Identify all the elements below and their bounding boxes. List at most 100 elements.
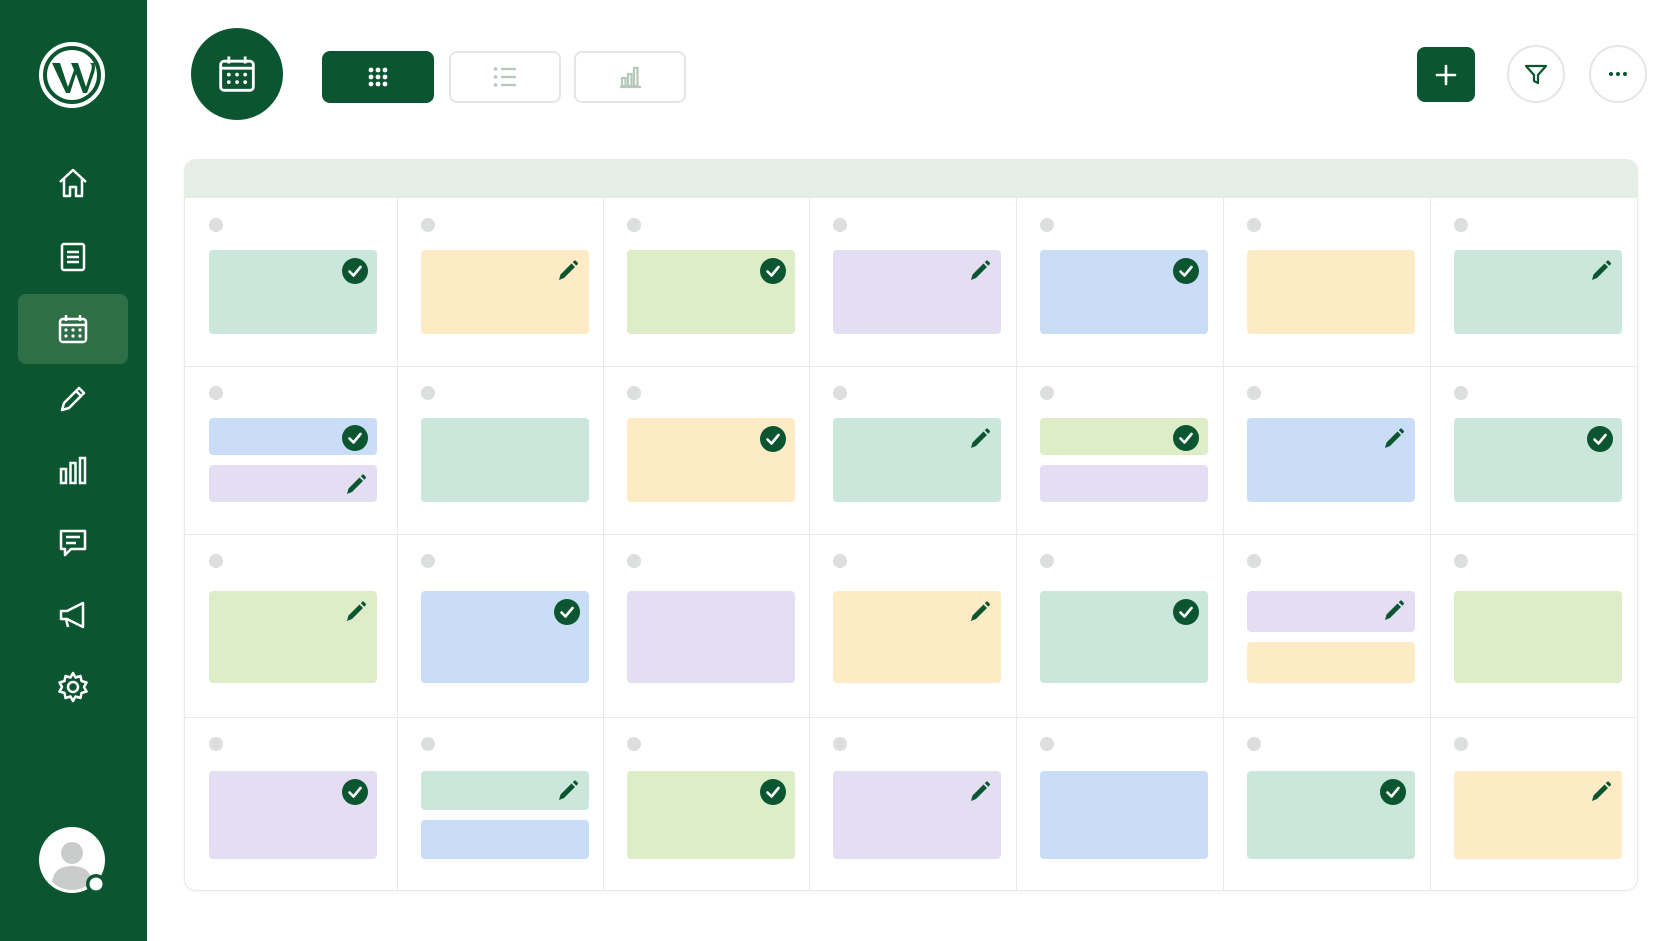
day-marker bbox=[627, 737, 641, 751]
column-divider bbox=[1223, 160, 1224, 890]
day-marker bbox=[209, 386, 223, 400]
home-icon bbox=[59, 168, 87, 198]
day-marker bbox=[421, 386, 435, 400]
day-marker bbox=[833, 386, 847, 400]
sidebar-item-comments[interactable] bbox=[18, 508, 128, 578]
calendar-event-card[interactable] bbox=[1247, 250, 1415, 334]
day-marker bbox=[1454, 218, 1468, 232]
sidebar-item-drafts[interactable] bbox=[18, 364, 128, 434]
sidebar bbox=[0, 0, 147, 941]
calendar-event-card[interactable] bbox=[209, 591, 377, 683]
sidebar-item-campaigns[interactable] bbox=[18, 580, 128, 650]
add-button[interactable] bbox=[1417, 47, 1475, 102]
day-marker bbox=[1040, 218, 1054, 232]
plus-icon bbox=[1435, 64, 1457, 85]
pencil-icon bbox=[1592, 260, 1612, 280]
pencil-icon bbox=[971, 601, 991, 621]
calendar-event-card[interactable] bbox=[421, 771, 589, 810]
day-marker bbox=[421, 554, 435, 568]
grid-view-icon bbox=[368, 67, 388, 87]
calendar-event-card[interactable] bbox=[1040, 418, 1208, 455]
calendar-event-card[interactable] bbox=[1040, 465, 1208, 502]
filter-icon bbox=[1524, 64, 1548, 85]
check-circle-icon bbox=[760, 779, 786, 805]
day-marker bbox=[833, 218, 847, 232]
calendar-event-card[interactable] bbox=[627, 591, 795, 683]
calendar-event-card[interactable] bbox=[421, 820, 589, 859]
wordpress-logo[interactable] bbox=[38, 41, 106, 109]
calendar-event-card[interactable] bbox=[1247, 771, 1415, 859]
calendar-event-card[interactable] bbox=[1040, 771, 1208, 859]
row-divider bbox=[185, 534, 1637, 535]
calendar-event-card[interactable] bbox=[1247, 642, 1415, 683]
online-status-indicator bbox=[89, 877, 103, 891]
sidebar-item-analytics[interactable] bbox=[18, 436, 128, 506]
calendar-event-card[interactable] bbox=[1454, 250, 1622, 334]
calendar-event-card[interactable] bbox=[627, 250, 795, 334]
calendar-event-card[interactable] bbox=[1454, 418, 1622, 502]
calendar-event-card[interactable] bbox=[833, 418, 1001, 502]
list-view-icon bbox=[493, 67, 516, 87]
calendar-event-card[interactable] bbox=[1247, 591, 1415, 632]
chart-view-button[interactable] bbox=[574, 51, 686, 103]
calendar-event-card[interactable] bbox=[833, 250, 1001, 334]
calendar-event-card[interactable] bbox=[209, 465, 377, 502]
list-view-button[interactable] bbox=[449, 51, 561, 103]
pencil-icon bbox=[347, 474, 367, 494]
column-divider bbox=[1430, 160, 1431, 890]
grid-view-button[interactable] bbox=[322, 51, 434, 103]
calendar-event-card[interactable] bbox=[209, 418, 377, 455]
calendar-event-card[interactable] bbox=[627, 418, 795, 502]
check-circle-icon bbox=[1587, 426, 1613, 452]
sidebar-item-settings[interactable] bbox=[18, 652, 128, 722]
calendar-event-card[interactable] bbox=[421, 250, 589, 334]
check-circle-icon bbox=[342, 779, 368, 805]
day-marker bbox=[627, 386, 641, 400]
day-marker bbox=[1040, 554, 1054, 568]
sidebar-item-calendar[interactable] bbox=[18, 294, 128, 364]
more-options-button[interactable] bbox=[1589, 45, 1647, 103]
calendar-event-card[interactable] bbox=[627, 771, 795, 859]
pencil-icon bbox=[971, 260, 991, 280]
day-marker bbox=[209, 554, 223, 568]
column-divider bbox=[1016, 160, 1017, 890]
row-divider bbox=[185, 366, 1637, 367]
check-circle-icon bbox=[342, 425, 368, 451]
calendar-event-card[interactable] bbox=[1454, 591, 1622, 683]
check-circle-icon bbox=[760, 258, 786, 284]
check-circle-icon bbox=[1380, 779, 1406, 805]
calendar-event-card[interactable] bbox=[1040, 591, 1208, 683]
day-marker bbox=[1040, 737, 1054, 751]
column-divider bbox=[603, 160, 604, 890]
user-avatar[interactable] bbox=[38, 826, 106, 894]
calendar-event-card[interactable] bbox=[833, 771, 1001, 859]
day-marker bbox=[1247, 386, 1261, 400]
comment-icon bbox=[59, 529, 87, 557]
day-marker bbox=[209, 218, 223, 232]
filter-button[interactable] bbox=[1507, 45, 1565, 103]
pencil-icon bbox=[1385, 600, 1405, 620]
day-marker bbox=[421, 737, 435, 751]
column-divider bbox=[397, 160, 398, 890]
pencil-icon bbox=[971, 428, 991, 448]
row-divider bbox=[185, 717, 1637, 718]
calendar-event-card[interactable] bbox=[421, 418, 589, 502]
day-marker bbox=[1454, 386, 1468, 400]
pencil-icon bbox=[1385, 428, 1405, 448]
calendar-event-card[interactable] bbox=[1040, 250, 1208, 334]
column-divider bbox=[809, 160, 810, 890]
calendar-event-card[interactable] bbox=[209, 771, 377, 859]
calendar-event-card[interactable] bbox=[1454, 771, 1622, 859]
day-marker bbox=[209, 737, 223, 751]
bar-chart-icon bbox=[59, 456, 87, 485]
calendar-event-card[interactable] bbox=[1247, 418, 1415, 502]
sidebar-item-home[interactable] bbox=[18, 148, 128, 218]
check-circle-icon bbox=[760, 426, 786, 452]
day-marker bbox=[1247, 554, 1261, 568]
calendar-icon bbox=[219, 56, 255, 92]
calendar-event-card[interactable] bbox=[421, 591, 589, 683]
pencil-icon bbox=[1592, 781, 1612, 801]
calendar-event-card[interactable] bbox=[833, 591, 1001, 683]
calendar-event-card[interactable] bbox=[209, 250, 377, 334]
sidebar-item-posts[interactable] bbox=[18, 222, 128, 292]
